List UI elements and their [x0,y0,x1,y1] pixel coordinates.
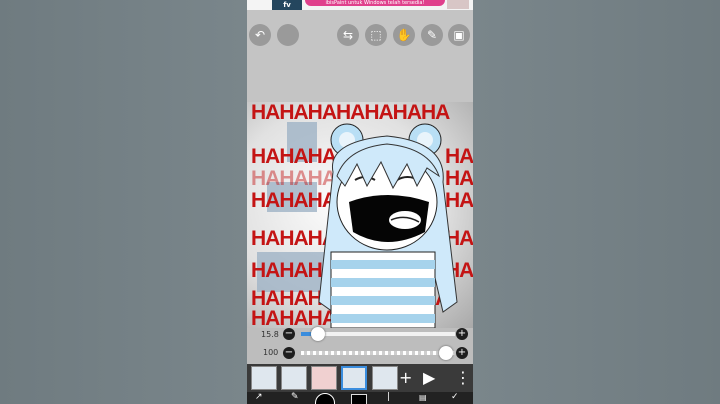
size-decrease-button[interactable]: − [283,328,295,340]
undo-button[interactable]: ↶ [249,24,271,46]
transform-tool-button[interactable]: ⇆ [337,24,359,46]
drawing-canvas[interactable]: HAHAHAHAHAHAHA HAHAHA HAHAHAH HAHAHAH HA… [247,102,473,328]
opacity-slider[interactable] [301,351,455,355]
brush-icon[interactable]: ✎ [291,392,299,402]
hand-tool-button[interactable]: ✋ [393,24,415,46]
undo-icon: ↶ [254,28,266,42]
layer-thumbnail[interactable] [311,366,337,390]
character-drawing [318,123,458,328]
opacity-increase-button[interactable]: + [456,347,468,359]
hand-icon: ✋ [396,28,412,42]
image-icon: ▣ [453,28,465,42]
brush-tool-button[interactable]: ✎ [421,24,443,46]
phone-screen: fv ibisPaint untuk Windows telah tersedi… [247,0,473,404]
layer-thumbnail[interactable] [251,366,277,390]
brush-sliders-panel: 15.8 − + 100 − + [247,327,473,364]
layer-thumbnail[interactable] [281,366,307,390]
play-button[interactable]: ▶ [423,364,435,392]
plus-icon: + [457,328,467,339]
play-icon: ▶ [423,368,436,387]
plus-icon: + [399,368,413,387]
ad-thumbnail [447,0,469,9]
minus-icon: − [284,328,294,339]
size-increase-button[interactable]: + [456,328,468,340]
add-layer-button[interactable]: + [399,364,412,392]
opacity-slider-knob[interactable] [439,346,453,360]
plus-icon: + [457,347,467,358]
opacity-value: 100 [263,348,279,357]
minus-icon: − [284,347,294,358]
layers-icon[interactable]: ▤ [419,393,427,402]
redo-button[interactable] [277,24,299,46]
color-swatch-button[interactable] [351,394,367,404]
ad-text: ibisPaint untuk Windows telah tersedia! [305,0,445,6]
check-icon[interactable]: ✓ [451,392,459,402]
more-vertical-icon: ⋮ [455,368,471,387]
pencil-icon: ✎ [426,28,438,42]
ad-logo: fv [272,0,302,10]
opacity-decrease-button[interactable]: − [283,347,295,359]
selection-tool-button[interactable]: ⬚ [365,24,387,46]
brush-size-value: 15.8 [261,330,279,339]
brush-size-slider-knob[interactable] [311,327,325,341]
more-menu-button[interactable]: ⋮ [455,364,471,392]
layer-strip: + ▶ ⋮ [247,364,473,392]
image-layer-button[interactable]: ▣ [448,24,470,46]
top-toolbar: ↶ ⇆ ⬚ ✋ ✎ ▣ [247,10,473,102]
ad-banner[interactable]: fv ibisPaint untuk Windows telah tersedi… [247,0,473,10]
blurred-background-right [473,0,720,404]
layer-thumbnail[interactable] [372,366,398,390]
brush-color-button[interactable] [315,393,335,404]
bottom-toolbar: ↗ ✎ | ▤ ✓ [247,392,473,404]
layer-thumbnail-selected[interactable] [341,366,367,390]
tool-icon[interactable]: ↗ [255,392,263,402]
divider-icon: | [387,392,391,402]
blurred-background-left [0,0,247,404]
selection-icon: ⬚ [370,28,382,42]
transform-icon: ⇆ [342,28,354,42]
